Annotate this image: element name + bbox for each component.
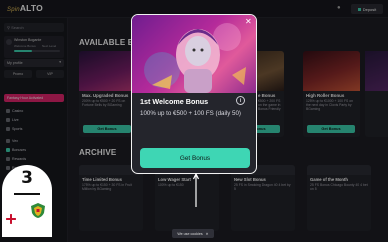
close-icon[interactable]: ✕ xyxy=(245,17,252,26)
goddess-illustration xyxy=(144,23,246,93)
modal-get-bonus-label: Get Bonus xyxy=(179,154,211,162)
info-icon-glyph: i xyxy=(239,97,242,104)
welcome-bonus-modal: ✕ 1st Welcome Bonus i 100% up to €500 + … xyxy=(131,14,257,174)
license-shield-icon xyxy=(31,203,45,218)
cookie-text: We use cookies xyxy=(177,231,203,236)
cookie-banner[interactable]: We use cookies ✕ xyxy=(172,229,214,238)
uk-flag-icon xyxy=(6,214,16,224)
info-icon[interactable]: i xyxy=(236,96,245,105)
modal-hero-image xyxy=(132,15,256,93)
modal-get-bonus-button[interactable]: Get Bonus xyxy=(140,148,250,168)
modal-title: 1st Welcome Bonus xyxy=(140,97,209,106)
rating-divider xyxy=(14,193,40,195)
arrow-up-icon xyxy=(193,173,199,207)
rating-number: 3 xyxy=(21,168,33,188)
modal-description: 100% up to €500 + 100 FS (daily 50) xyxy=(140,110,241,117)
app-window: { "header": { "logo_prefix": "Spin", "lo… xyxy=(0,0,388,242)
cookie-close-icon[interactable]: ✕ xyxy=(206,232,209,236)
